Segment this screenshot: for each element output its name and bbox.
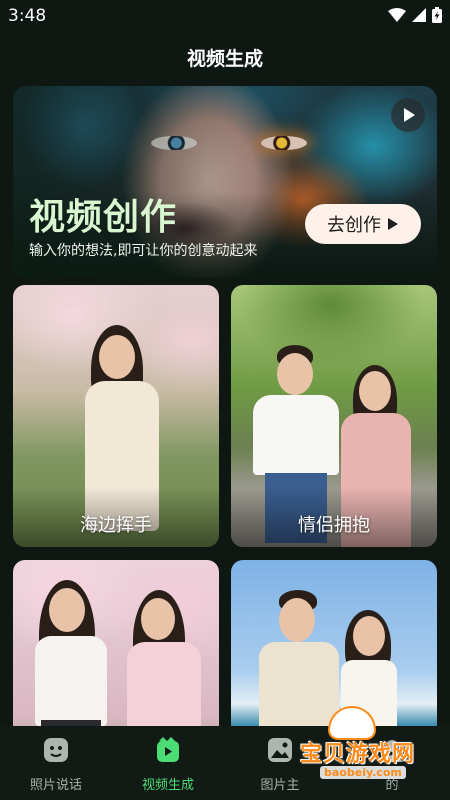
image-icon (268, 738, 292, 762)
watermark-url: baobeiy.com (320, 766, 406, 779)
video-generate-icon (157, 737, 179, 762)
create-button-label: 去创作 (327, 215, 381, 236)
template-card-wave[interactable]: 海边挥手 (13, 285, 219, 547)
photo-talk-icon (44, 738, 68, 762)
card-label: 海边挥手 (80, 515, 152, 536)
battery-icon (432, 7, 442, 23)
hero-title: 视频创作 (29, 197, 178, 238)
hero-subtitle: 输入你的想法,即可让你的创意动起来 (29, 243, 258, 259)
triangle-right-icon (388, 218, 398, 230)
status-icons (388, 7, 442, 23)
play-button[interactable] (391, 98, 425, 132)
card-label: 情侣拥抱 (298, 515, 370, 536)
play-icon (404, 108, 415, 122)
wifi-icon (388, 8, 406, 22)
signal-icon (412, 8, 426, 22)
tab-photo-talk[interactable]: 照片说话 (0, 734, 112, 793)
tab-label: 照片说话 (29, 778, 82, 793)
tab-label: 视频生成 (141, 778, 194, 793)
page-title: 视频生成 (186, 48, 263, 70)
template-card-hug[interactable]: 情侣拥抱 (231, 285, 437, 547)
watermark-text: 宝贝游戏网 (300, 742, 416, 767)
watermark: 宝贝游戏网 baobeiy.com (300, 708, 430, 788)
status-bar: 3:48 (0, 0, 450, 32)
create-button[interactable]: 去创作 (305, 204, 421, 244)
watermark-mascot-icon (330, 708, 374, 738)
tab-video-generate[interactable]: 视频生成 (112, 734, 224, 793)
status-time: 3:48 (8, 6, 47, 26)
hero-banner[interactable]: 视频创作 输入你的想法,即可让你的创意动起来 去创作 (13, 86, 437, 278)
